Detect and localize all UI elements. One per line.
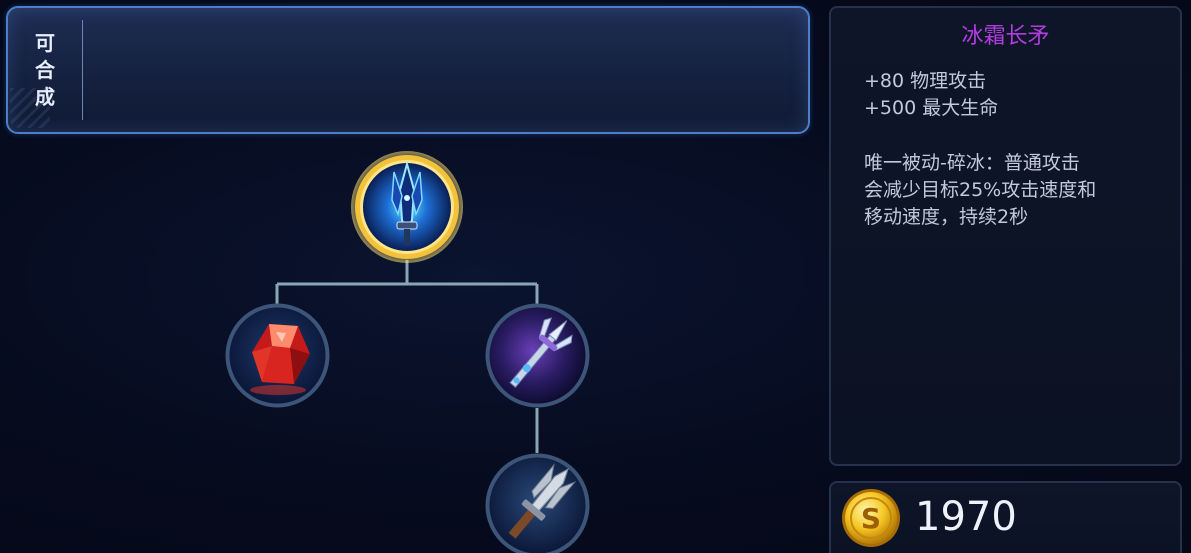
- item-stats: +80 物理攻击 +500 最大生命: [864, 68, 998, 122]
- passive-line: 移动速度，持续2秒: [864, 206, 1029, 228]
- item-name: 冰霜长矛: [961, 24, 1050, 49]
- item-slot-root[interactable]: [350, 150, 464, 264]
- passive-line: 唯一被动-碎冰：普通攻击: [864, 152, 1080, 174]
- passive-line: 会减少目标25%攻击速度和: [864, 179, 1097, 201]
- price-panel: S 1970: [829, 481, 1182, 553]
- item-slot-component-1[interactable]: [224, 302, 331, 409]
- item-slot-component-2[interactable]: [484, 302, 591, 409]
- violet-trident-icon: [485, 303, 590, 408]
- tree-connectors: [275, 260, 539, 453]
- gold-coin-icon: S: [842, 489, 900, 547]
- price-value: 1970: [915, 494, 1017, 540]
- frost-spear-icon: [351, 151, 463, 263]
- item-passive-description: 唯一被动-碎冰：普通攻击 会减少目标25%攻击速度和 移动速度，持续2秒: [864, 150, 1154, 231]
- item-craft-screen: 可 合 成: [0, 0, 1191, 553]
- item-stat-line: +500 最大生命: [864, 97, 999, 119]
- svg-text:S: S: [861, 502, 881, 535]
- item-description-panel: 冰霜长矛 +80 物理攻击 +500 最大生命 唯一被动-碎冰：普通攻击 会减少…: [829, 6, 1182, 466]
- item-stat-line: +80 物理攻击: [864, 70, 987, 92]
- red-crystal-icon: [225, 303, 330, 408]
- iron-sword-icon: [485, 453, 590, 553]
- item-slot-subcomponent-1[interactable]: [484, 452, 591, 553]
